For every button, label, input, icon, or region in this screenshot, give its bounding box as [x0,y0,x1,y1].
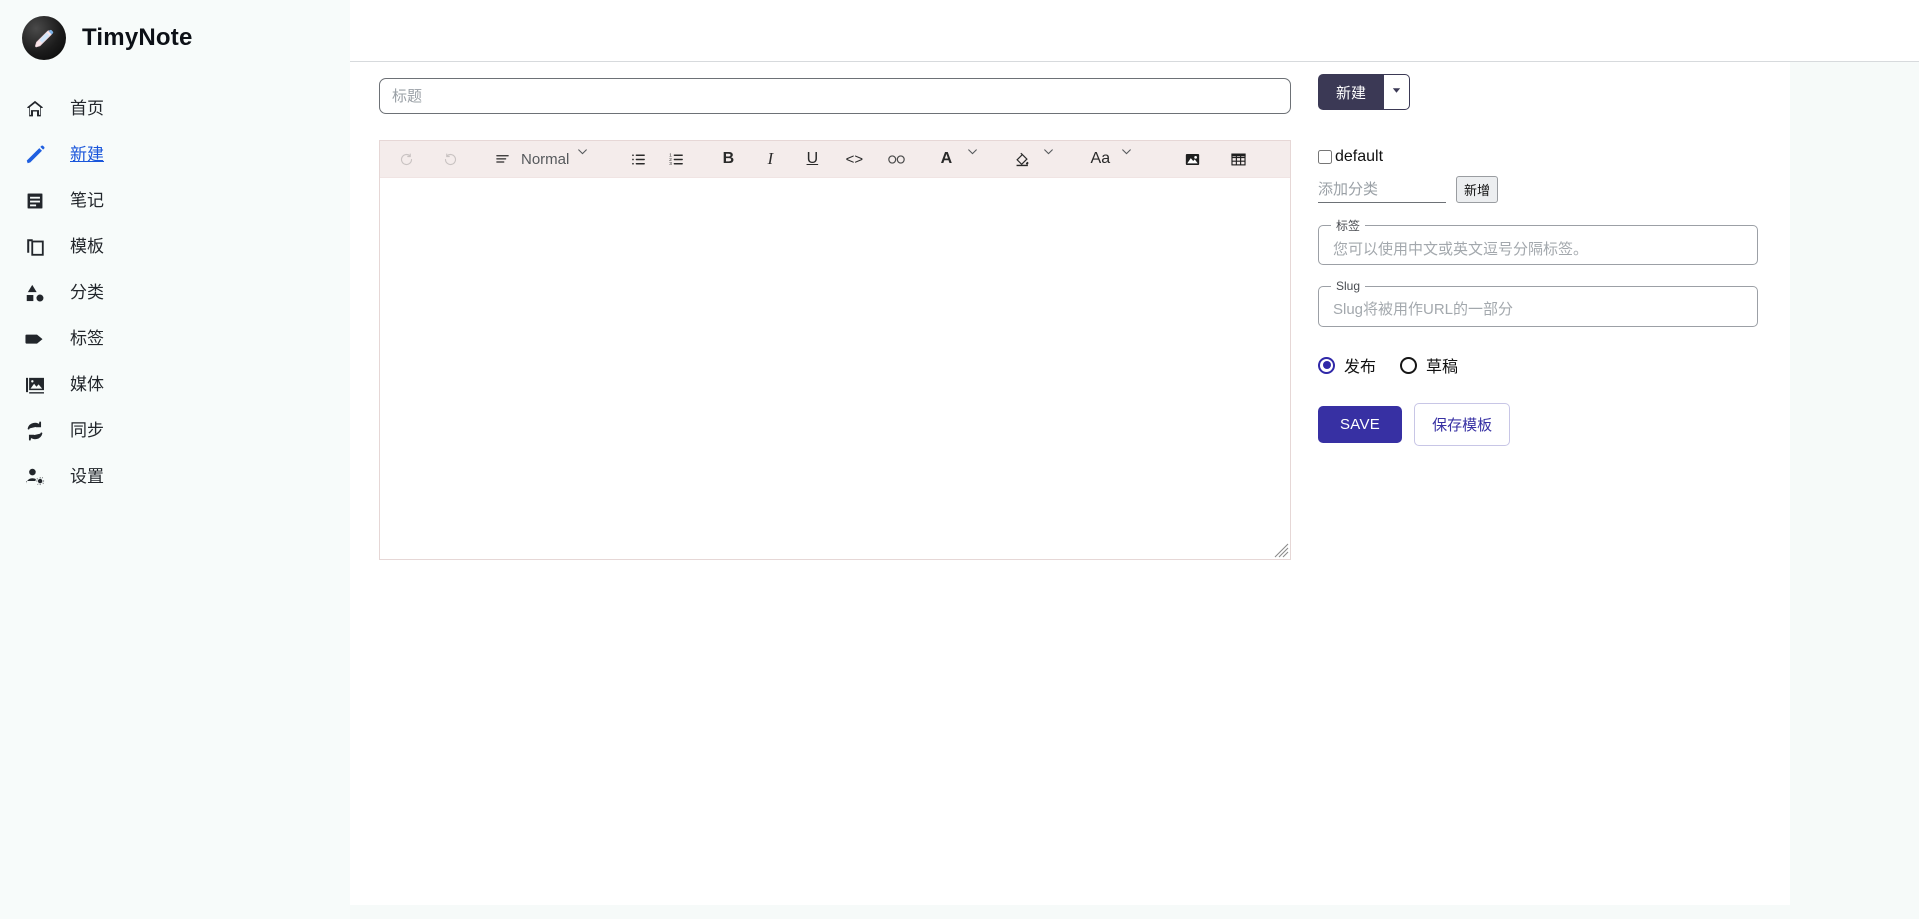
sidebar-item-label: 标签 [70,330,104,349]
shapes-icon [22,280,48,306]
insert-table-icon[interactable] [1224,145,1252,173]
svg-text:3: 3 [669,161,672,167]
redo-icon[interactable] [436,145,464,173]
status-radio-group: 发布 草稿 [1318,353,1758,377]
rich-text-editor: Normal 123 B [379,140,1291,560]
sidebar-item-tags[interactable]: 标签 [0,316,350,362]
sidebar-item-templates[interactable]: 模板 [0,224,350,270]
fill-color-dropdown[interactable] [1008,145,1074,173]
text-color-label: A [941,150,953,168]
status-option-draft[interactable]: 草稿 [1400,353,1458,377]
category-default-row[interactable]: default [1318,148,1758,166]
save-button[interactable]: SAVE [1318,406,1402,443]
sidebar-item-categories[interactable]: 分类 [0,270,350,316]
tags-legend: 标签 [1331,217,1365,234]
font-label: Aa [1091,150,1111,168]
brand[interactable]: TimyNote [0,0,350,62]
home-icon [22,96,48,122]
chevron-down-icon [1391,83,1402,101]
chevron-down-icon [1042,145,1070,173]
pencil-icon [22,142,48,168]
user-gear-icon [22,464,48,490]
sidebar-item-label: 笔记 [70,192,104,211]
radio-selected-icon [1318,357,1335,374]
sidebar-item-label: 同步 [70,422,104,441]
category-add-row: 新增 [1318,176,1758,203]
app-root: TimyNote 首页 新建 笔记 [0,0,1919,919]
slug-field: Slug [1318,279,1758,327]
status-option-label: 发布 [1344,353,1376,377]
underline-button[interactable]: U [798,145,826,173]
sidebar-nav: 首页 新建 笔记 模板 [0,86,350,500]
meta-panel: 新建 default 新增 标签 Slug [1318,74,1758,446]
app-logo [22,16,66,60]
main-content: Normal 123 B [350,62,1790,905]
slug-legend: Slug [1331,279,1365,293]
editor-column: Normal 123 B [379,78,1291,560]
italic-label: I [768,149,774,169]
bold-button[interactable]: B [714,145,742,173]
status-option-publish[interactable]: 发布 [1318,353,1376,377]
insert-image-icon[interactable] [1178,145,1206,173]
font-size-icon: Aa [1086,145,1114,173]
status-option-label: 草稿 [1426,353,1458,377]
action-row: SAVE 保存模板 [1318,403,1758,446]
title-input[interactable] [379,78,1291,114]
editor-content-area[interactable] [380,178,1290,559]
sidebar-item-label: 首页 [70,100,104,119]
copy-icon [22,234,48,260]
code-label: <> [846,151,864,168]
image-icon [22,372,48,398]
sidebar-item-label: 新建 [70,146,104,165]
bold-label: B [723,150,735,168]
code-button[interactable]: <> [840,145,868,173]
sidebar-item-label: 模板 [70,238,104,257]
link-icon[interactable] [882,145,910,173]
sidebar: TimyNote 首页 新建 笔记 [0,0,350,919]
undo-icon[interactable] [392,145,420,173]
brand-name: TimyNote [82,26,193,50]
chevron-down-icon [1120,145,1148,173]
sidebar-item-label: 分类 [70,284,104,303]
heading-style-dropdown[interactable]: Normal [488,145,608,173]
new-button-dropdown-toggle[interactable] [1384,74,1410,110]
tags-field: 标签 [1318,217,1758,265]
sidebar-item-home[interactable]: 首页 [0,86,350,132]
editor-toolbar: Normal 123 B [380,141,1290,178]
sidebar-item-label: 媒体 [70,376,104,395]
category-default-label: default [1335,148,1383,166]
sidebar-item-sync[interactable]: 同步 [0,408,350,454]
ordered-list-icon[interactable]: 123 [662,145,690,173]
new-button-group: 新建 [1318,74,1758,110]
chevron-down-icon [576,145,604,173]
tag-icon [22,326,48,352]
italic-button[interactable]: I [756,145,784,173]
heading-style-label: Normal [518,151,572,168]
font-family-dropdown[interactable]: Aa [1086,145,1152,173]
radio-unselected-icon [1400,357,1417,374]
top-header-bar [220,0,1919,62]
text-color-icon: A [932,145,960,173]
sync-icon [22,418,48,444]
note-icon [22,188,48,214]
save-template-button[interactable]: 保存模板 [1414,403,1510,446]
new-button[interactable]: 新建 [1318,74,1384,110]
slug-input[interactable] [1329,301,1747,318]
tags-input[interactable] [1329,241,1747,258]
sidebar-item-notes[interactable]: 笔记 [0,178,350,224]
category-add-input[interactable] [1318,178,1446,203]
chevron-down-icon [966,145,994,173]
underline-label: U [807,150,819,168]
sidebar-item-label: 设置 [70,468,104,487]
category-add-button[interactable]: 新增 [1456,176,1498,203]
paragraph-lines-icon [488,145,516,173]
category-default-checkbox[interactable] [1318,150,1332,164]
sidebar-item-media[interactable]: 媒体 [0,362,350,408]
text-color-dropdown[interactable]: A [932,145,998,173]
bullet-list-icon[interactable] [624,145,652,173]
sidebar-item-new[interactable]: 新建 [0,132,350,178]
fill-bucket-icon [1008,145,1036,173]
sidebar-item-settings[interactable]: 设置 [0,454,350,500]
editor-resize-handle[interactable] [1274,543,1289,558]
